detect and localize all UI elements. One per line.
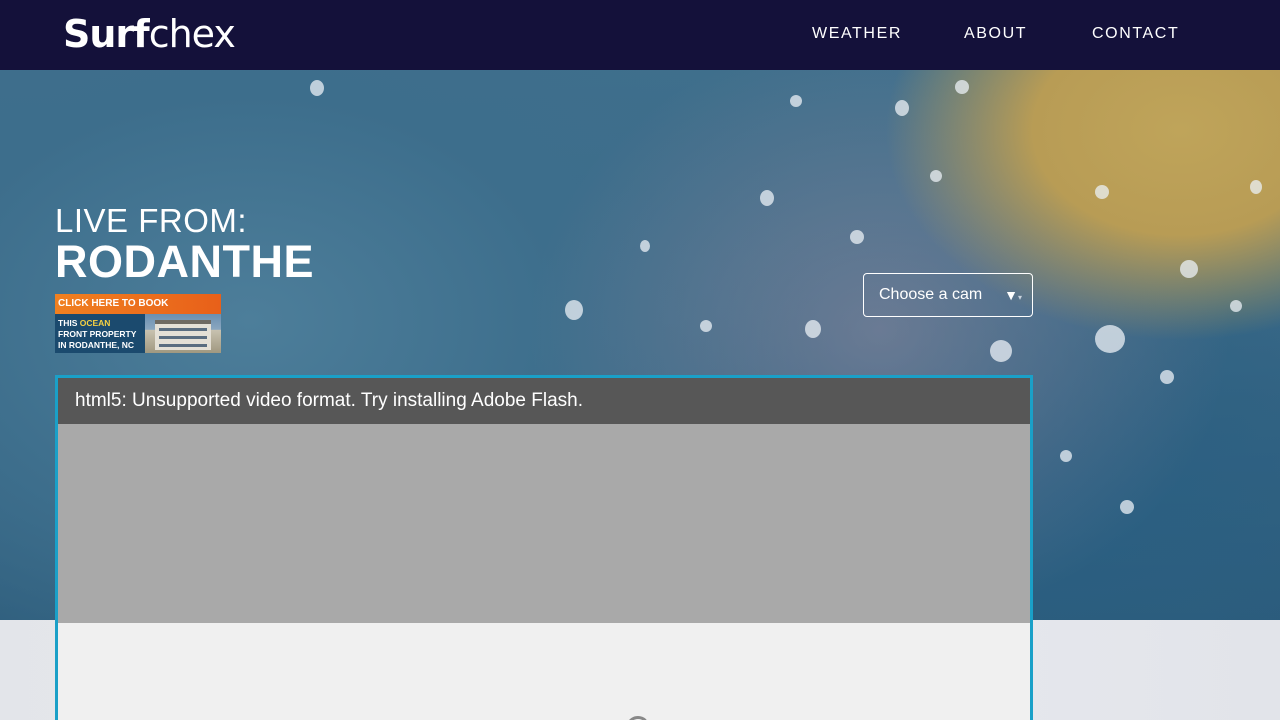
video-screen[interactable] xyxy=(58,424,1030,623)
video-player[interactable]: html5: Unsupported video format. Try ins… xyxy=(55,375,1033,720)
cam-selector-value: Choose a cam xyxy=(879,286,983,303)
ad-headline: CLICK HERE TO BOOK xyxy=(55,294,221,314)
top-navbar: Surf chex WEATHER ABOUT CONTACT xyxy=(0,0,1280,70)
nav-weather-link[interactable]: WEATHER xyxy=(812,25,912,43)
logo-thin-text: chex xyxy=(148,12,236,56)
unsupported-format-message: html5: Unsupported video format. Try ins… xyxy=(58,378,1030,424)
logo-bold-text: Surf xyxy=(63,12,150,56)
cam-selector-dropdown[interactable]: Choose a cam ▼▾ xyxy=(863,273,1033,317)
ad-line1-highlight: OCEAN xyxy=(79,318,111,328)
booking-ad-banner[interactable]: CLICK HERE TO BOOK THIS OCEAN FRONT PROP… xyxy=(55,294,221,353)
location-title: RODANTHE xyxy=(55,236,314,287)
live-from-label: LIVE FROM: xyxy=(55,202,248,239)
ad-line2: FRONT PROPERTY xyxy=(58,329,137,339)
chevron-down-icon: ▼▾ xyxy=(1004,287,1022,303)
beach-house-image xyxy=(145,314,221,353)
nav-about-link[interactable]: ABOUT xyxy=(964,25,1044,43)
nav-contact-link[interactable]: CONTACT xyxy=(1092,25,1192,43)
video-player-lower-area xyxy=(58,623,1030,720)
surfchex-logo[interactable]: Surf chex xyxy=(63,12,236,56)
ad-line3: IN RODANTHE, NC xyxy=(58,340,135,350)
ad-line1-prefix: THIS xyxy=(58,318,80,328)
ad-body-text: THIS OCEAN FRONT PROPERTY IN RODANTHE, N… xyxy=(58,318,148,351)
